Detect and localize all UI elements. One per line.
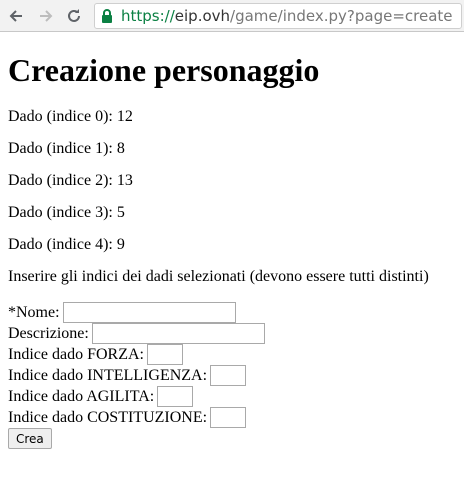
intelligenza-row: Indice dado INTELLIGENZA: <box>8 365 247 386</box>
intelligenza-label: Indice dado INTELLIGENZA: <box>8 366 208 384</box>
instructions-text: Inserire gli indici dei dadi selezionati… <box>8 268 429 285</box>
description-input[interactable] <box>91 323 265 344</box>
forward-button[interactable] <box>34 4 58 28</box>
browser-toolbar: https://eip.ovh/game/index.py?page=creat… <box>0 0 464 32</box>
agilita-label: Indice dado AGILITA: <box>8 387 155 405</box>
dice-line-0: Dado (indice 0): 12 <box>8 108 133 125</box>
lock-icon <box>101 9 113 23</box>
reload-icon <box>68 9 80 22</box>
intelligenza-input[interactable] <box>210 365 247 386</box>
name-input[interactable] <box>62 302 236 323</box>
address-bar[interactable]: https://eip.ovh/game/index.py?page=creat… <box>94 3 462 29</box>
back-icon <box>9 10 22 22</box>
name-label: *Nome: <box>8 303 60 321</box>
dice-line-4: Dado (indice 4): 9 <box>8 236 125 253</box>
back-button[interactable] <box>4 4 28 28</box>
agilita-input[interactable] <box>157 386 194 407</box>
page-title: Creazione personaggio <box>8 52 320 88</box>
forza-label: Indice dado FORZA: <box>8 345 144 363</box>
crea-button[interactable]: Crea <box>8 428 52 449</box>
name-row: *Nome: <box>8 302 236 323</box>
description-label: Descrizione: <box>8 324 89 342</box>
costituzione-label: Indice dado COSTITUZIONE: <box>8 408 208 426</box>
forward-icon <box>40 10 53 22</box>
url-scheme: https:// <box>121 7 175 25</box>
agilita-row: Indice dado AGILITA: <box>8 386 194 407</box>
costituzione-row: Indice dado COSTITUZIONE: <box>8 407 247 428</box>
reload-button[interactable] <box>62 4 86 28</box>
url-host: eip.ovh <box>174 7 231 25</box>
dice-line-3: Dado (indice 3): 5 <box>8 204 125 221</box>
description-row: Descrizione: <box>8 323 265 344</box>
dice-line-1: Dado (indice 1): 8 <box>8 140 125 157</box>
url-path: /game/index.py?page=create <box>230 7 453 25</box>
forza-input[interactable] <box>146 344 183 365</box>
forza-row: Indice dado FORZA: <box>8 344 183 365</box>
costituzione-input[interactable] <box>210 407 247 428</box>
dice-line-2: Dado (indice 2): 13 <box>8 172 133 189</box>
